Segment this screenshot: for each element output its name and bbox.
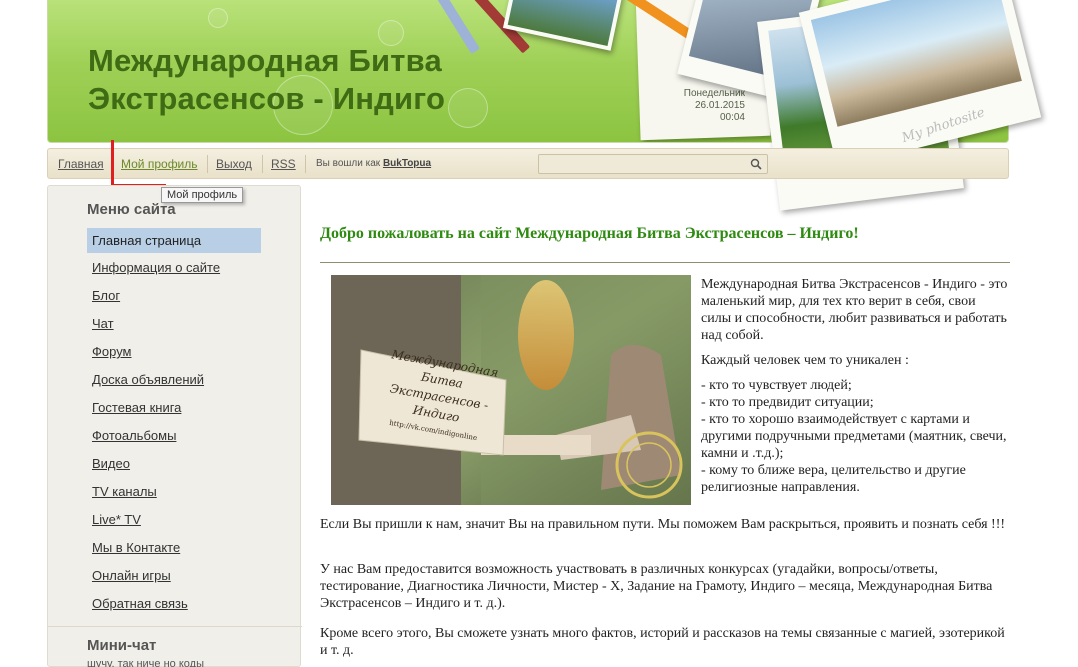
site-title-line2: Экстрасенсов - Индиго bbox=[88, 81, 446, 116]
abilities-list: - кто то чувствует людей; - кто то предви… bbox=[701, 377, 1009, 496]
nav-profile-link[interactable]: Мой профиль bbox=[121, 157, 198, 171]
abilities-list-item: - кто то предвидит ситуации; bbox=[701, 395, 874, 410]
sidebar-menu-item[interactable]: Обратная связь bbox=[87, 592, 261, 620]
sidebar-menu-item[interactable]: Фотоальбомы bbox=[87, 424, 261, 452]
content-divider bbox=[320, 262, 1010, 263]
sidebar-menu-item[interactable]: Видео bbox=[87, 452, 261, 480]
nav-bar: Главная Мой профиль Выход RSS Вы вошли к… bbox=[47, 148, 1009, 179]
sidebar-menu-item[interactable]: Онлайн игры bbox=[87, 564, 261, 592]
body-paragraph: Если Вы пришли к нам, значит Вы на прави… bbox=[320, 517, 1006, 532]
sidebar-menu-item[interactable]: Форум bbox=[87, 340, 261, 368]
sidebar-menu-item[interactable]: Блог bbox=[87, 284, 261, 312]
sidebar-menu-item[interactable]: Доска объявлений bbox=[87, 368, 261, 396]
nav-separator bbox=[207, 155, 208, 173]
banner-image: Международная Битва Экстрасенсов - Индиг… bbox=[331, 275, 691, 505]
body-paragraph: Кроме всего этого, Вы сможете узнать мно… bbox=[320, 626, 1005, 658]
sidebar-menu-item[interactable]: Мы в Контакте bbox=[87, 536, 261, 564]
red-annotation-mark bbox=[111, 140, 114, 186]
logged-in-text: Вы вошли как BukTopua bbox=[316, 158, 431, 169]
logged-in-prefix: Вы вошли как bbox=[316, 158, 381, 169]
weekday-text: Понедельник bbox=[683, 88, 745, 99]
main-content: Добро пожаловать на сайт Международная Б… bbox=[320, 225, 1010, 243]
nav-separator bbox=[262, 155, 263, 173]
body-paragraph: У нас Вам предоставится возможность учас… bbox=[320, 562, 993, 611]
minichat-title: Мини-чат bbox=[87, 637, 157, 654]
intro-paragraph: Международная Битва Экстрасенсов - Индиг… bbox=[701, 277, 1008, 343]
intro-paragraph: Каждый человек чем то уникален : bbox=[701, 353, 909, 368]
tooltip: Мой профиль bbox=[161, 187, 244, 203]
page: Международная Битва Экстрасенсов - Индиг… bbox=[0, 0, 1078, 667]
site-title-line1: Международная Битва bbox=[88, 43, 442, 78]
sidebar-menu-item[interactable]: Информация о сайте bbox=[87, 256, 261, 284]
intro-text: Международная Битва Экстрасенсов - Индиг… bbox=[701, 276, 1009, 496]
date-time: Понедельник 26.01.2015 00:04 bbox=[635, 88, 745, 124]
minichat-preview: шучу. так ниче но коды bbox=[87, 658, 204, 667]
sidebar-menu-item[interactable]: Live* TV bbox=[87, 508, 261, 536]
abilities-list-item: - кто то чувствует людей; bbox=[701, 378, 852, 393]
decor-bubble bbox=[208, 8, 228, 28]
sidebar-menu-item[interactable]: Чат bbox=[87, 312, 261, 340]
decor-bubble bbox=[448, 88, 488, 128]
site-title[interactable]: Международная Битва Экстрасенсов - Индиг… bbox=[88, 42, 445, 118]
site-menu: Главная страница Информация о сайте Блог Ча… bbox=[87, 228, 261, 620]
sidebar: Меню сайта Главная страница Информация о … bbox=[47, 185, 302, 667]
abilities-list-item: - кто то хорошо взаимодействует с картам… bbox=[701, 412, 1007, 461]
search-icon[interactable] bbox=[750, 158, 762, 170]
menu-title: Меню сайта bbox=[87, 201, 176, 218]
sidebar-menu-item[interactable]: Гостевая книга bbox=[87, 396, 261, 424]
time-text: 00:04 bbox=[719, 112, 745, 123]
welcome-heading: Добро пожаловать на сайт Международная Б… bbox=[320, 225, 859, 242]
search-input[interactable] bbox=[538, 154, 768, 174]
abilities-list-item: - кому то ближе вера, целительство и дру… bbox=[701, 463, 966, 495]
sidebar-menu-item[interactable]: TV каналы bbox=[87, 480, 261, 508]
nav-home-link[interactable]: Главная bbox=[58, 157, 104, 171]
username-link[interactable]: BukTopua bbox=[383, 158, 431, 169]
nav-separator bbox=[305, 155, 306, 173]
sidebar-menu-item[interactable]: Главная страница bbox=[87, 228, 261, 253]
nav-rss-link[interactable]: RSS bbox=[271, 157, 296, 171]
sidebar-divider bbox=[48, 626, 302, 627]
nav-logout-link[interactable]: Выход bbox=[216, 157, 252, 171]
date-text: 26.01.2015 bbox=[694, 100, 745, 111]
